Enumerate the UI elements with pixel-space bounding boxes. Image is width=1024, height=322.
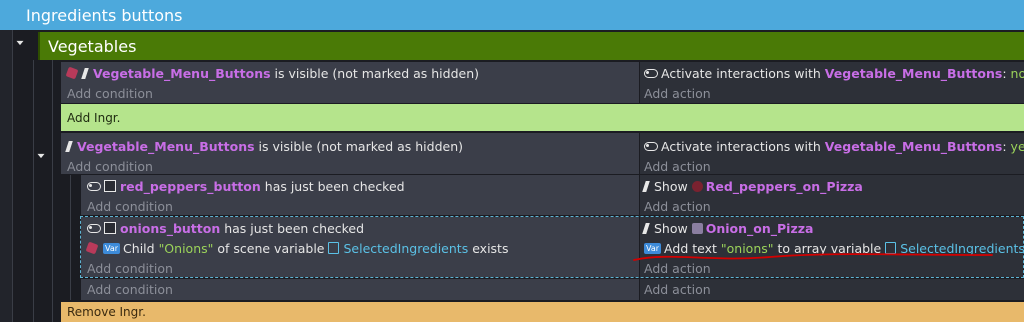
object-icon: [85, 241, 99, 255]
gutter-line: [52, 60, 53, 322]
gutter-line: [70, 175, 71, 300]
action-object[interactable]: Vegetable_Menu_Buttons: [825, 139, 1003, 154]
comment-text: Add Ingr.: [67, 110, 121, 125]
action-row[interactable]: Show Red_peppers_on_Pizza: [640, 176, 1024, 196]
condition-row[interactable]: Vegetable_Menu_Buttons is visible (not m…: [61, 63, 639, 83]
add-condition-link[interactable]: Add condition: [81, 196, 639, 216]
event2-actions[interactable]: Activate interactions with Vegetable_Men…: [640, 133, 1024, 174]
comment-text: Remove Ingr.: [67, 305, 146, 319]
object-icon: [65, 66, 79, 80]
scene-variable-icon: [328, 242, 340, 254]
collapse-arrow-icon[interactable]: [36, 153, 46, 159]
condition-text: is visible (not marked as hidden): [258, 138, 464, 154]
condition-text: has just been checked: [264, 178, 405, 194]
condition-text: Child: [123, 240, 155, 256]
comment-add-ingredients[interactable]: Add Ingr.: [61, 104, 1024, 131]
condition-object[interactable]: red_peppers_button: [120, 179, 261, 194]
add-action-link[interactable]: Add action: [640, 196, 1024, 216]
add-action-link[interactable]: Add action: [640, 83, 1024, 103]
group-title: Ingredients buttons: [26, 5, 183, 25]
action-colon: :: [1002, 138, 1007, 154]
sprite-icon: [691, 180, 703, 192]
event-subgroup-header[interactable]: Vegetables: [38, 32, 1024, 60]
add-action-link[interactable]: Add action: [640, 279, 1024, 299]
gutter-line: [12, 30, 13, 322]
edit-icon: [642, 180, 650, 192]
interaction-toggle-icon: [644, 68, 658, 78]
condition-object[interactable]: onions_button: [120, 221, 220, 236]
action-value: no: [1010, 65, 1024, 81]
condition-object[interactable]: Vegetable_Menu_Buttons: [93, 66, 271, 81]
action-object[interactable]: Onion_on_Pizza: [706, 221, 814, 236]
add-condition-link[interactable]: Add condition: [81, 258, 639, 278]
action-text: Show: [654, 178, 688, 194]
add-action-link[interactable]: Add action: [640, 156, 1024, 176]
condition-row[interactable]: Var Child "Onions" of scene variable Sel…: [81, 238, 639, 258]
edit-icon: [65, 140, 73, 152]
action-value: yes: [1010, 138, 1024, 154]
action-object[interactable]: Vegetable_Menu_Buttons: [825, 66, 1003, 81]
condition-variable[interactable]: SelectedIngredients: [343, 241, 468, 256]
comment-remove-ingredients[interactable]: Remove Ingr.: [61, 302, 1024, 322]
edit-icon: [642, 222, 650, 234]
condition-text: is visible (not marked as hidden): [274, 65, 480, 81]
condition-object[interactable]: Vegetable_Menu_Buttons: [77, 139, 255, 154]
action-object[interactable]: Red_peppers_on_Pizza: [706, 179, 863, 194]
subgroup-title: Vegetables: [48, 36, 137, 56]
interaction-toggle-icon: [644, 141, 658, 151]
condition-text: exists: [472, 240, 509, 256]
variable-icon: Var: [103, 242, 121, 254]
checkbox-icon: [104, 222, 116, 234]
action-text: Show: [654, 220, 688, 236]
subevent1-actions[interactable]: Show Red_peppers_on_Pizza Add action: [640, 175, 1024, 215]
condition-row[interactable]: red_peppers_button has just been checked: [81, 176, 639, 196]
action-row[interactable]: Show Onion_on_Pizza: [640, 218, 1023, 238]
condition-row[interactable]: Vegetable_Menu_Buttons is visible (not m…: [61, 136, 639, 156]
action-colon: :: [1002, 65, 1007, 81]
event2-conditions[interactable]: Vegetable_Menu_Buttons is visible (not m…: [61, 133, 639, 174]
edit-icon: [81, 67, 89, 79]
subevent-add-condition-row[interactable]: Add condition: [81, 279, 639, 300]
gutter-lane: [0, 30, 12, 322]
condition-text: of scene variable: [217, 240, 325, 256]
condition-row[interactable]: onions_button has just been checked: [81, 218, 639, 238]
add-condition-link[interactable]: Add condition: [81, 279, 639, 299]
event1-actions[interactable]: Activate interactions with Vegetable_Men…: [640, 62, 1024, 103]
button-object-icon: [87, 223, 101, 233]
event-group-header[interactable]: Ingredients buttons: [0, 0, 1024, 30]
action-row[interactable]: Activate interactions with Vegetable_Men…: [640, 63, 1024, 83]
condition-text: has just been checked: [224, 220, 365, 236]
action-row[interactable]: Activate interactions with Vegetable_Men…: [640, 136, 1024, 156]
event1-conditions[interactable]: Vegetable_Menu_Buttons is visible (not m…: [61, 62, 639, 103]
gutter-line: [33, 60, 34, 322]
sprite-icon: [691, 222, 703, 234]
condition-value: "Onions": [158, 240, 214, 256]
action-text: Activate interactions with: [661, 138, 821, 154]
subevent-add-action-row[interactable]: Add action: [640, 279, 1024, 300]
red-underline-annotation: [633, 253, 993, 261]
button-object-icon: [87, 181, 101, 191]
checkbox-icon: [104, 180, 116, 192]
add-condition-link[interactable]: Add condition: [61, 83, 639, 103]
collapse-arrow-icon[interactable]: [15, 40, 25, 46]
add-condition-link[interactable]: Add condition: [61, 156, 639, 176]
subevent2-conditions[interactable]: onions_button has just been checked Var …: [81, 217, 639, 277]
action-text: Activate interactions with: [661, 65, 821, 81]
subevent1-conditions[interactable]: red_peppers_button has just been checked…: [81, 175, 639, 215]
